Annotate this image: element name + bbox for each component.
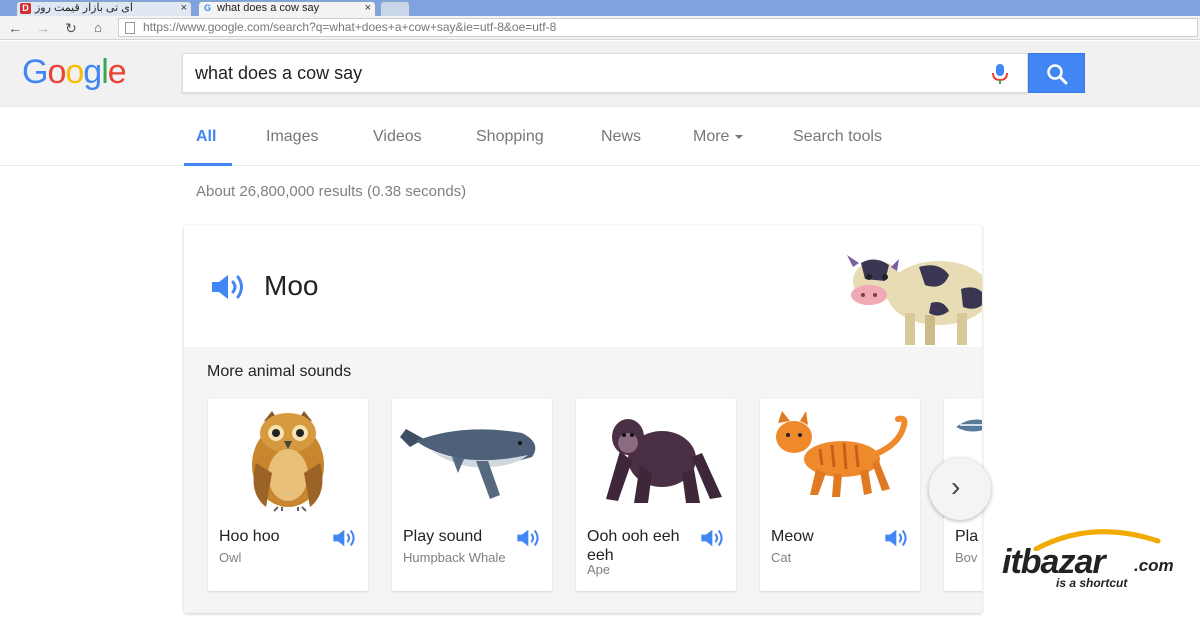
cat-image <box>776 411 908 497</box>
speaker-icon[interactable] <box>516 528 542 548</box>
google-favicon-icon: G <box>203 3 211 13</box>
speaker-icon[interactable] <box>210 273 248 301</box>
animal-name: Bov <box>955 550 978 565</box>
tab-more[interactable]: More <box>693 128 744 146</box>
search-tabs: All Images Videos Shopping News More Sea… <box>0 108 1200 166</box>
animal-sound-label: Ooh ooh eeh eeh <box>587 528 680 564</box>
animal-name: Owl <box>219 550 242 565</box>
animal-sound-label: Pla <box>955 528 979 545</box>
animal-name: Humpback Whale <box>403 550 506 565</box>
itbazar-watermark: itbazar .com is a shortcut <box>1002 525 1192 595</box>
search-input[interactable] <box>195 62 975 84</box>
tab-search-tools[interactable]: Search tools <box>793 128 882 146</box>
page-icon <box>125 22 135 34</box>
close-tab-icon[interactable]: × <box>365 2 371 15</box>
tab-videos[interactable]: Videos <box>373 128 422 146</box>
browser-tab-google[interactable]: G what does a cow say × <box>198 1 376 16</box>
tab-title: آی تی بازار قیمت روز <box>35 2 133 14</box>
logo-letter: g <box>83 53 102 91</box>
ape-image <box>606 419 722 503</box>
close-tab-icon[interactable]: × <box>181 2 187 15</box>
address-bar[interactable]: https://www.google.com/search?q=what+doe… <box>118 18 1198 37</box>
watermark-domain: .com <box>1134 556 1174 575</box>
animal-card-owl[interactable]: Hoo hoo Owl <box>208 399 368 591</box>
more-sounds-heading: More animal sounds <box>207 363 352 380</box>
back-arrow-icon[interactable]: ← <box>6 19 24 37</box>
results-stats: About 26,800,000 results (0.38 seconds) <box>196 183 467 200</box>
active-tab-indicator <box>184 163 232 166</box>
logo-letter: e <box>107 53 127 91</box>
more-animal-sounds: More animal sounds Hoo hoo Owl Play soun… <box>184 347 982 613</box>
tab-images[interactable]: Images <box>266 128 318 146</box>
animal-name: Cat <box>771 550 792 565</box>
animal-sound-label: Hoo hoo <box>219 528 280 545</box>
animal-sound-label: Play sound <box>403 528 483 545</box>
animal-card-whale[interactable]: Play sound Humpback Whale <box>392 399 552 591</box>
chevron-right-icon: › <box>951 471 961 502</box>
animal-sound-card: Moo More animal sounds Hoo hoo Owl Play … <box>184 225 982 613</box>
tab-all[interactable]: All <box>196 128 216 146</box>
browser-toolbar: ← → ↻ ⌂ https://www.google.com/search?q=… <box>0 16 1200 40</box>
speaker-icon[interactable] <box>332 528 358 548</box>
owl-image <box>252 411 324 512</box>
google-logo[interactable]: Google <box>22 53 127 92</box>
tab-more-label: More <box>693 128 730 145</box>
whale-image <box>400 429 536 499</box>
animal-card-ape[interactable]: Ooh ooh eeh eeh Ape <box>576 399 736 591</box>
logo-letter: G <box>22 53 48 91</box>
new-tab-button[interactable] <box>380 1 410 16</box>
tab-title: what does a cow say <box>217 2 320 14</box>
google-header: Google <box>0 41 1200 107</box>
search-icon <box>1047 64 1068 85</box>
speaker-icon[interactable] <box>884 528 910 548</box>
speaker-icon[interactable] <box>700 528 726 548</box>
itbazar-favicon-icon: D <box>20 3 31 14</box>
logo-letter: o <box>65 53 84 91</box>
browser-tab-itbazar[interactable]: D آی تی بازار قیمت روز × <box>16 1 192 16</box>
tab-shopping[interactable]: Shopping <box>476 128 544 146</box>
reload-icon[interactable]: ↻ <box>62 19 80 37</box>
browser-tab-bar: D آی تی بازار قیمت روز × G what does a c… <box>0 0 1200 16</box>
animal-sound-label: Meow <box>771 528 814 545</box>
animal-name: Ape <box>587 562 611 577</box>
animal-card-cat[interactable]: Meow Cat <box>760 399 920 591</box>
next-animals-button[interactable]: › <box>929 458 991 520</box>
search-box <box>182 53 1028 93</box>
logo-letter: o <box>47 53 66 91</box>
microphone-icon[interactable] <box>990 63 1010 85</box>
forward-arrow-icon[interactable]: → <box>34 19 52 37</box>
watermark-tagline: is a shortcut <box>1056 576 1128 590</box>
answer-sound: Moo <box>264 270 319 301</box>
url-text: https://www.google.com/search?q=what+doe… <box>143 20 557 34</box>
home-icon[interactable]: ⌂ <box>89 19 107 37</box>
search-button[interactable] <box>1028 53 1085 93</box>
tab-news[interactable]: News <box>601 128 641 146</box>
chevron-down-icon <box>735 134 744 139</box>
cow-image <box>847 255 982 345</box>
answer-header: Moo <box>184 225 982 347</box>
